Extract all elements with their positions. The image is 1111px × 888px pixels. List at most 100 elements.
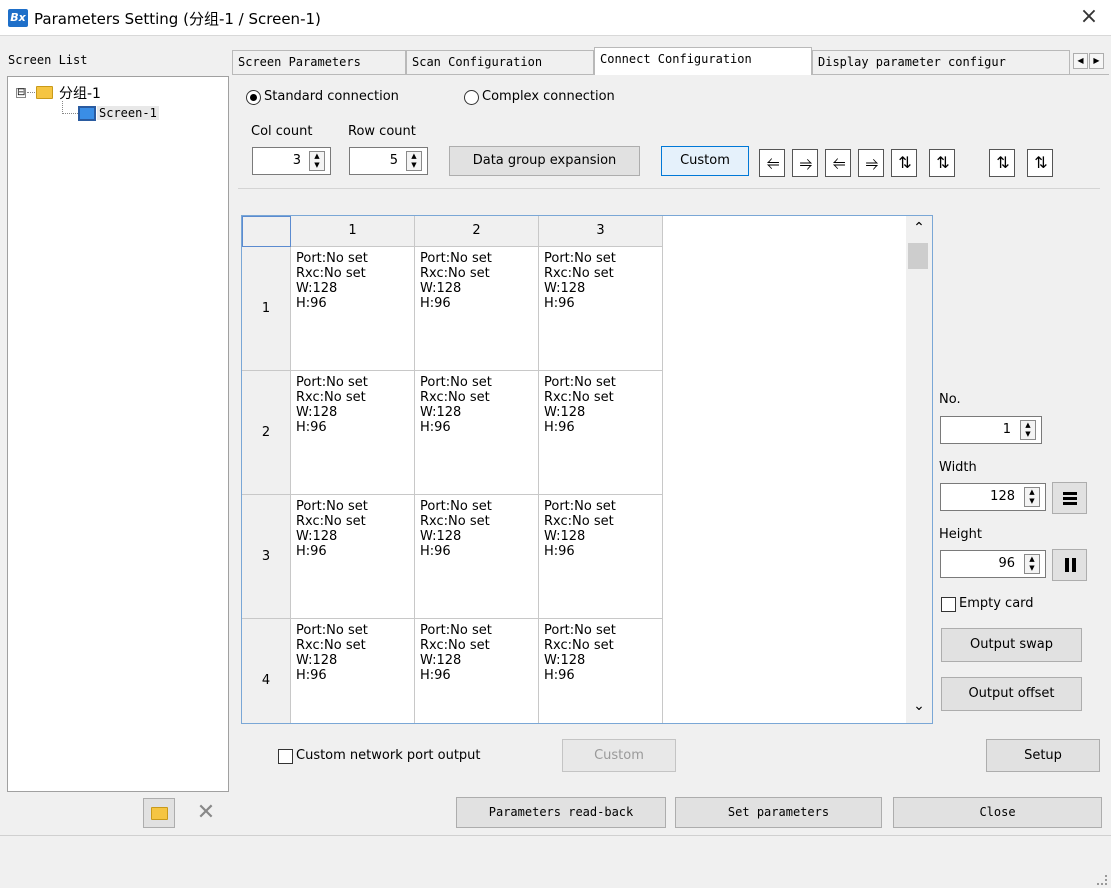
tab-display-parameter-configuration[interactable]: Display parameter configur xyxy=(812,50,1070,74)
output-offset-button[interactable]: Output offset xyxy=(941,677,1082,711)
grid-cell[interactable]: Port:No set Rxc:No set W:128 H:96 xyxy=(539,495,663,619)
grid-cell[interactable]: Port:No set Rxc:No set W:128 H:96 xyxy=(415,247,539,371)
collapse-icon[interactable]: ⊟ xyxy=(16,88,26,98)
spin-up-icon[interactable]: ▲ xyxy=(310,152,324,161)
empty-card-label: Empty card xyxy=(959,596,1034,611)
grid-cell[interactable]: Port:No set Rxc:No set W:128 H:96 xyxy=(539,371,663,495)
spin-down-icon[interactable]: ▼ xyxy=(310,161,324,170)
height-value[interactable]: 96 xyxy=(941,556,1015,571)
no-value[interactable]: 1 xyxy=(941,422,1011,437)
grid-cell[interactable]: Port:No set Rxc:No set W:128 H:96 xyxy=(291,495,415,619)
equal-columns-icon-bar xyxy=(1072,558,1076,572)
grid-row-header[interactable]: 3 xyxy=(242,495,291,619)
route-left-right-icon[interactable]: ⥢ xyxy=(759,149,785,177)
row-count-label: Row count xyxy=(348,124,416,139)
col-count-spin-buttons[interactable]: ▲ ▼ xyxy=(309,151,325,171)
custom-port-button[interactable]: Custom xyxy=(562,739,676,772)
equal-rows-icon-bar xyxy=(1063,502,1077,505)
grid-row-header[interactable]: 4 xyxy=(242,619,291,723)
add-group-button[interactable] xyxy=(143,798,175,828)
screen-list-label: Screen List xyxy=(8,53,88,67)
tab-scan-configuration[interactable]: Scan Configuration xyxy=(406,50,594,74)
spin-down-icon[interactable]: ▼ xyxy=(407,161,421,170)
width-stepper[interactable]: 128 ▲ ▼ xyxy=(940,483,1046,511)
height-stepper[interactable]: 96 ▲ ▼ xyxy=(940,550,1046,578)
spin-up-icon[interactable]: ▲ xyxy=(1025,488,1039,497)
grid-column-header[interactable]: 1 xyxy=(291,216,415,247)
grid-cell[interactable]: Port:No set Rxc:No set W:128 H:96 xyxy=(539,247,663,371)
apply-width-all-button[interactable] xyxy=(1052,482,1087,514)
complex-connection-label: Complex connection xyxy=(482,89,615,104)
height-spin-buttons[interactable]: ▲ ▼ xyxy=(1024,554,1040,574)
tab-scroll-left-icon[interactable]: ◀ xyxy=(1073,53,1088,69)
divider xyxy=(238,188,1100,189)
grid-cell[interactable]: Port:No set Rxc:No set W:128 H:96 xyxy=(539,619,663,723)
spin-up-icon[interactable]: ▲ xyxy=(1025,555,1039,564)
parameters-read-back-button[interactable]: Parameters read-back xyxy=(456,797,666,828)
row-count-spin-buttons[interactable]: ▲ ▼ xyxy=(406,151,422,171)
no-spin-buttons[interactable]: ▲ ▼ xyxy=(1020,420,1036,440)
route-up-down-alt-icon[interactable]: ⇅ xyxy=(989,149,1015,177)
tree-connector xyxy=(27,92,35,93)
equal-rows-icon xyxy=(1063,492,1077,495)
scroll-down-icon[interactable]: ⌄ xyxy=(910,698,928,714)
custom-network-port-checkbox[interactable] xyxy=(278,749,293,764)
width-value[interactable]: 128 xyxy=(941,489,1015,504)
tab-scroll-right-icon[interactable]: ▶ xyxy=(1089,53,1104,69)
grid-row-header[interactable]: 2 xyxy=(242,371,291,495)
grid-cell[interactable]: Port:No set Rxc:No set W:128 H:96 xyxy=(291,619,415,723)
scrollbar-thumb[interactable] xyxy=(908,243,928,269)
custom-layout-button[interactable]: Custom xyxy=(661,146,749,176)
spin-up-icon[interactable]: ▲ xyxy=(407,152,421,161)
col-count-stepper[interactable]: 3 ▲ ▼ xyxy=(252,147,331,175)
no-stepper[interactable]: 1 ▲ ▼ xyxy=(940,416,1042,444)
grid-cell[interactable]: Port:No set Rxc:No set W:128 H:96 xyxy=(415,619,539,723)
empty-card-checkbox[interactable] xyxy=(941,597,956,612)
route-down-up-alt-icon[interactable]: ⇅ xyxy=(1027,149,1053,177)
spin-down-icon[interactable]: ▼ xyxy=(1021,430,1035,439)
col-count-value[interactable]: 3 xyxy=(253,153,301,168)
grid-vertical-scrollbar[interactable]: ⌃ ⌄ xyxy=(906,216,932,723)
folder-icon xyxy=(36,86,53,99)
route-up-down-icon[interactable]: ⇅ xyxy=(891,149,917,177)
route-left-right-alt-icon[interactable]: ⥢ xyxy=(825,149,851,177)
standard-connection-radio[interactable] xyxy=(246,90,261,105)
status-bar xyxy=(0,835,1111,888)
setup-button[interactable]: Setup xyxy=(986,739,1100,772)
row-count-value[interactable]: 5 xyxy=(350,153,398,168)
folder-icon xyxy=(151,807,168,820)
tab-connect-configuration[interactable]: Connect Configuration xyxy=(594,47,812,75)
output-swap-button[interactable]: Output swap xyxy=(941,628,1082,662)
complex-connection-radio[interactable] xyxy=(464,90,479,105)
tree-screen-label[interactable]: Screen-1 xyxy=(97,106,159,120)
close-button[interactable]: Close xyxy=(893,797,1102,828)
grid-corner-cell[interactable] xyxy=(242,216,291,247)
tree-group-label[interactable]: 分组-1 xyxy=(59,83,101,103)
grid-column-header[interactable]: 3 xyxy=(539,216,663,247)
custom-network-port-label: Custom network port output xyxy=(296,748,481,763)
spin-up-icon[interactable]: ▲ xyxy=(1021,421,1035,430)
set-parameters-button[interactable]: Set parameters xyxy=(675,797,882,828)
width-spin-buttons[interactable]: ▲ ▼ xyxy=(1024,487,1040,507)
grid-column-header[interactable]: 2 xyxy=(415,216,539,247)
data-group-expansion-button[interactable]: Data group expansion xyxy=(449,146,640,176)
width-label: Width xyxy=(939,460,977,475)
window-close-button[interactable]: × xyxy=(1076,4,1102,30)
grid-cell[interactable]: Port:No set Rxc:No set W:128 H:96 xyxy=(415,371,539,495)
grid-row-header[interactable]: 1 xyxy=(242,247,291,371)
grid-cell[interactable]: Port:No set Rxc:No set W:128 H:96 xyxy=(291,247,415,371)
resize-grip-icon[interactable] xyxy=(1097,875,1107,885)
spin-down-icon[interactable]: ▼ xyxy=(1025,564,1039,573)
delete-icon[interactable]: ✕ xyxy=(190,798,222,828)
spin-down-icon[interactable]: ▼ xyxy=(1025,497,1039,506)
scroll-up-icon[interactable]: ⌃ xyxy=(910,220,928,236)
tab-screen-parameters[interactable]: Screen Parameters xyxy=(232,50,406,74)
grid-cell[interactable]: Port:No set Rxc:No set W:128 H:96 xyxy=(415,495,539,619)
route-down-up-icon[interactable]: ⇅ xyxy=(929,149,955,177)
apply-height-all-button[interactable] xyxy=(1052,549,1087,581)
route-right-left-icon[interactable]: ⥤ xyxy=(792,149,818,177)
route-right-left-alt-icon[interactable]: ⥤ xyxy=(858,149,884,177)
grid-cell[interactable]: Port:No set Rxc:No set W:128 H:96 xyxy=(291,371,415,495)
app-logo: Bx xyxy=(8,9,28,27)
row-count-stepper[interactable]: 5 ▲ ▼ xyxy=(349,147,428,175)
